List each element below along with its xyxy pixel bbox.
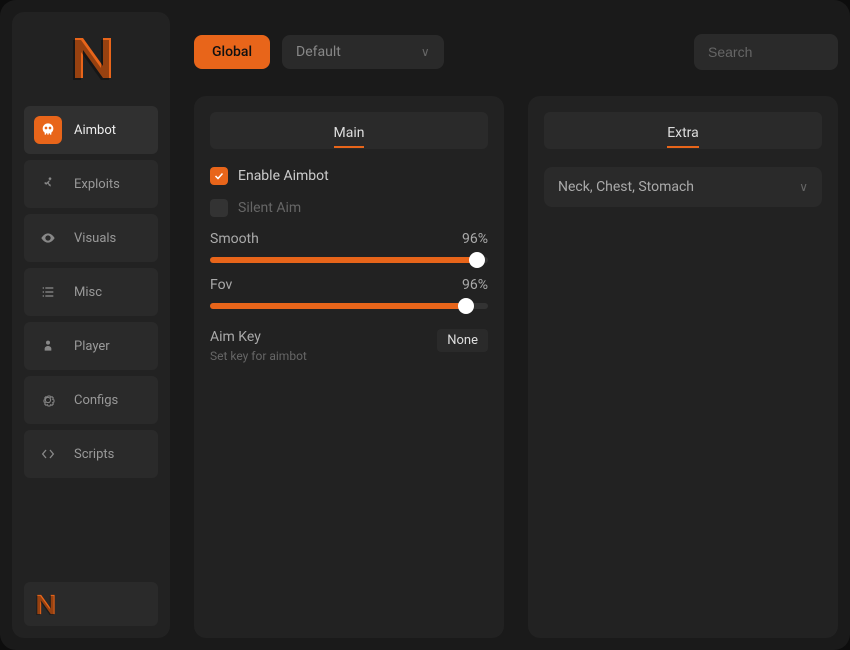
checkbox-unchecked-icon <box>210 199 228 217</box>
aim-key-row: Aim Key Set key for aimbot None <box>210 329 488 363</box>
panel-extra-title-wrap: Extra <box>544 112 822 149</box>
tab-global[interactable]: Global <box>194 35 270 69</box>
silent-aim-label: Silent Aim <box>238 200 301 216</box>
sidebar-item-exploits[interactable]: Exploits <box>24 160 158 208</box>
bones-select-value: Neck, Chest, Stomach <box>558 179 694 195</box>
smooth-value: 96% <box>462 231 488 247</box>
skull-icon <box>34 116 62 144</box>
topbar: Global Default ∨ <box>194 12 838 96</box>
chevron-down-icon: ∨ <box>421 45 430 59</box>
silent-aim-row[interactable]: Silent Aim <box>210 199 488 217</box>
sidebar-brand-small[interactable] <box>24 582 158 626</box>
logo-wrap <box>24 32 158 106</box>
app-window: Aimbot Exploits Visuals Misc <box>0 0 850 650</box>
panel-main-title: Main <box>334 125 365 141</box>
sidebar-item-aimbot[interactable]: Aimbot <box>24 106 158 154</box>
bones-select[interactable]: Neck, Chest, Stomach ∨ <box>544 167 822 207</box>
fov-fill <box>210 303 466 309</box>
list-icon <box>34 278 62 306</box>
sidebar-item-configs[interactable]: Configs <box>24 376 158 424</box>
sidebar-item-label: Exploits <box>74 177 120 192</box>
fov-thumb[interactable] <box>458 298 474 314</box>
search-input[interactable] <box>694 34 838 70</box>
panel-extra-title: Extra <box>667 125 699 141</box>
gear-icon <box>34 386 62 414</box>
brand-logo-icon <box>69 32 113 82</box>
smooth-fill <box>210 257 477 263</box>
sidebar: Aimbot Exploits Visuals Misc <box>12 12 170 638</box>
code-icon <box>34 440 62 468</box>
aim-key-value[interactable]: None <box>437 329 488 352</box>
content: Global Default ∨ Main Enable Aimbot <box>194 12 838 638</box>
fov-value: 96% <box>462 277 488 293</box>
user-icon <box>34 332 62 360</box>
sidebar-item-label: Aimbot <box>74 123 116 138</box>
sidebar-item-label: Misc <box>74 285 102 300</box>
aim-key-sublabel: Set key for aimbot <box>210 349 307 363</box>
smooth-label: Smooth <box>210 231 259 247</box>
smooth-thumb[interactable] <box>469 252 485 268</box>
sidebar-item-label: Configs <box>74 393 118 408</box>
sidebar-item-misc[interactable]: Misc <box>24 268 158 316</box>
fov-label: Fov <box>210 277 232 293</box>
brand-logo-small-icon <box>34 592 56 616</box>
fov-slider: Fov 96% <box>210 277 488 309</box>
panel-main: Main Enable Aimbot Silent Aim Smooth 96% <box>194 96 504 638</box>
sidebar-item-player[interactable]: Player <box>24 322 158 370</box>
config-dropdown[interactable]: Default ∨ <box>282 35 444 69</box>
aim-key-label: Aim Key <box>210 329 307 345</box>
panel-extra: Extra Neck, Chest, Stomach ∨ <box>528 96 838 638</box>
enable-aimbot-label: Enable Aimbot <box>238 168 329 184</box>
eye-icon <box>34 224 62 252</box>
fov-track[interactable] <box>210 303 488 309</box>
config-dropdown-selected: Default <box>296 44 341 60</box>
sidebar-item-label: Visuals <box>74 231 116 246</box>
chevron-down-icon: ∨ <box>799 180 808 194</box>
sidebar-nav: Aimbot Exploits Visuals Misc <box>24 106 158 478</box>
panel-main-title-wrap: Main <box>210 112 488 149</box>
sidebar-item-scripts[interactable]: Scripts <box>24 430 158 478</box>
smooth-track[interactable] <box>210 257 488 263</box>
running-icon <box>34 170 62 198</box>
checkbox-checked-icon <box>210 167 228 185</box>
sidebar-item-label: Player <box>74 339 110 354</box>
sidebar-item-label: Scripts <box>74 447 114 462</box>
panels: Main Enable Aimbot Silent Aim Smooth 96% <box>194 96 838 638</box>
enable-aimbot-row[interactable]: Enable Aimbot <box>210 167 488 185</box>
sidebar-item-visuals[interactable]: Visuals <box>24 214 158 262</box>
smooth-slider: Smooth 96% <box>210 231 488 263</box>
